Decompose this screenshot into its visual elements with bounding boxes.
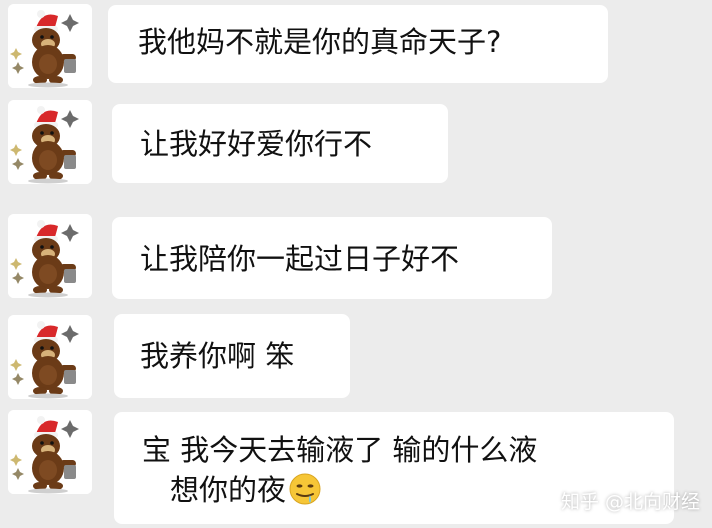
message-text: 我养你啊 笨 bbox=[140, 339, 295, 373]
bear-avatar[interactable] bbox=[8, 214, 92, 298]
bear-icon bbox=[8, 4, 92, 88]
message-text: 想你的夜 bbox=[170, 473, 287, 507]
bear-avatar[interactable] bbox=[8, 100, 92, 184]
message-text: 让我陪你一起过日子好不 bbox=[140, 242, 460, 276]
bear-icon bbox=[8, 315, 92, 399]
message-bubble[interactable]: 让我陪你一起过日子好不 bbox=[112, 217, 552, 299]
message-bubble[interactable]: 让我好好爱你行不 bbox=[112, 104, 448, 183]
bear-avatar[interactable] bbox=[8, 4, 92, 88]
drooling-face-emoji bbox=[289, 473, 321, 505]
bear-avatar[interactable] bbox=[8, 315, 92, 399]
message-bubble[interactable]: 我养你啊 笨 bbox=[114, 314, 350, 398]
bear-icon bbox=[8, 410, 92, 494]
watermark: 知乎 @北向财经 bbox=[560, 491, 700, 513]
bear-avatar[interactable] bbox=[8, 410, 92, 494]
message-text: 让我好好爱你行不 bbox=[140, 127, 373, 161]
message-bubble[interactable]: 我他妈不就是你的真命天子? bbox=[108, 5, 608, 83]
bear-icon bbox=[8, 100, 92, 184]
chat-view: 我他妈不就是你的真命天子? 让我好好爱你行不 让我陪你一起过日子好不 我养你啊 … bbox=[0, 0, 712, 528]
message-text: 宝 我今天去输液了 输的什么液 bbox=[142, 433, 538, 467]
bear-icon bbox=[8, 214, 92, 298]
message-text: 我他妈不就是你的真命天子? bbox=[138, 25, 502, 59]
